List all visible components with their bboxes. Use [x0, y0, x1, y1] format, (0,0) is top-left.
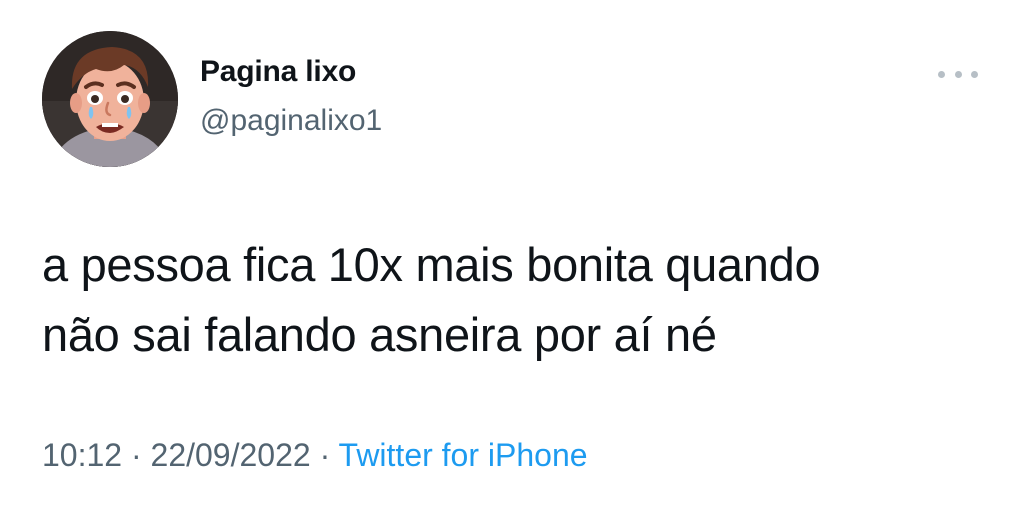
meta-separator: · [130, 437, 142, 473]
tweet-metadata: 10:12 · 22/09/2022 · Twitter for iPhone [42, 437, 588, 474]
tweet-date[interactable]: 22/09/2022 [151, 437, 311, 473]
author-handle[interactable]: @paginalixo1 [200, 104, 382, 138]
more-dot [971, 70, 978, 78]
tweet-source-link[interactable]: Twitter for iPhone [339, 437, 588, 473]
more-dot [938, 70, 945, 78]
more-dot [954, 70, 962, 78]
avatar[interactable] [42, 31, 178, 167]
tweet-text: a pessoa fica 10x mais bonita quando não… [42, 230, 1002, 370]
tweet-time[interactable]: 10:12 [42, 437, 122, 473]
tweet-text-line: a pessoa fica 10x mais bonita quando [42, 238, 821, 291]
more-horizontal-icon[interactable] [938, 66, 978, 82]
tweet-card: Pagina lixo @paginalixo1 a pessoa fica 1… [0, 0, 1024, 508]
meta-separator: · [319, 437, 331, 473]
avatar-image [42, 31, 178, 167]
tweet-text-line: não sai falando asneira por aí né [42, 308, 717, 361]
author-display-name[interactable]: Pagina lixo [200, 55, 356, 89]
